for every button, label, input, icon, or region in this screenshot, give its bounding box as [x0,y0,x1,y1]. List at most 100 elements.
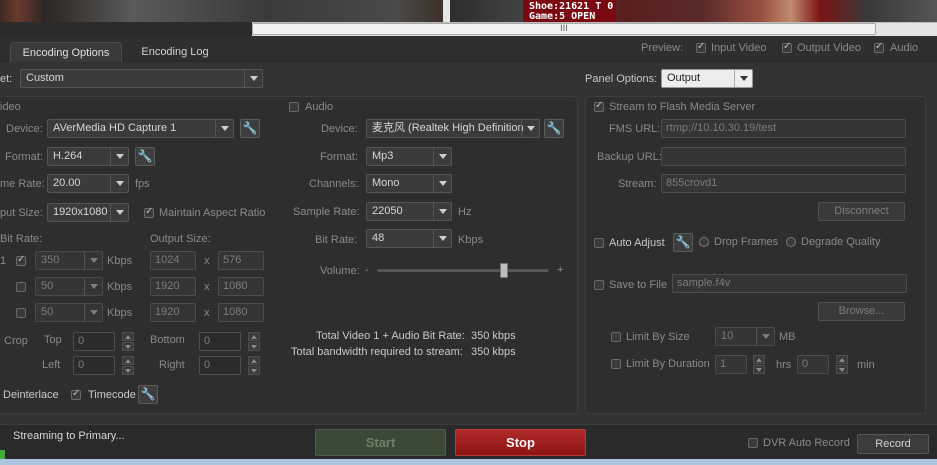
frame-rate-value: 20.00 [53,177,81,189]
input-video-label: Input Video [711,42,767,54]
preview-label: Preview: [641,42,684,54]
output-height-1[interactable]: 576 [218,251,264,270]
limit-by-duration-checkbox[interactable] [611,359,621,369]
fms-url-input[interactable]: rtmp://10.10.30.19/test [661,119,906,138]
stream-to-fms-checkbox[interactable] [594,100,604,112]
bitrate-row-3-unit: Kbps [107,307,133,319]
bitrate-row-2-unit: Kbps [107,281,133,293]
duration-minutes-input[interactable]: 0 [797,355,829,374]
sample-rate-dropdown[interactable]: 22050 [366,202,452,221]
crop-top-label: Top [44,334,62,346]
frame-rate-label: me Rate: [0,178,45,190]
duration-hours-input[interactable]: 1 [715,355,747,374]
bitrate-row-3-dropdown[interactable]: 50 [35,303,103,322]
output-height-3[interactable]: 1080 [218,303,264,322]
chevron-down-icon [84,278,102,295]
bitrate-row-1-index: 1 [0,255,7,267]
crop-left-input[interactable]: 0 [73,356,115,375]
audio-device-settings-button[interactable]: 🔧 [544,119,564,138]
crop-bottom-input[interactable]: 0 [199,332,241,351]
auto-adjust-checkbox[interactable] [594,238,604,248]
crop-top-stepper[interactable] [122,332,134,351]
fms-url-label: FMS URL: [609,123,661,135]
chevron-down-icon [521,120,539,137]
preset-dropdown[interactable]: Custom [20,69,263,88]
bitrate-row-1-unit: Kbps [107,255,133,267]
audio-format-dropdown[interactable]: Mp3 [366,147,452,166]
output-width-3[interactable]: 1920 [150,303,196,322]
audio-enable-checkbox[interactable] [289,102,299,112]
record-button[interactable]: Record [857,434,929,454]
limit-size-value: 10 [721,330,734,342]
tab-encoding-log[interactable]: Encoding Log [130,42,220,62]
bitrate-row-1-dropdown[interactable]: 350 [35,251,103,270]
duration-hours-stepper[interactable] [753,355,765,374]
crop-right-input[interactable]: 0 [199,356,241,375]
audio-device-value: 麦克风 (Realtek High Definition [372,122,524,134]
output-height-2[interactable]: 1080 [218,277,264,296]
auto-adjust-settings-button[interactable]: 🔧 [673,233,693,252]
browse-button[interactable]: Browse... [818,302,905,321]
bitrate-row-1-value: 350 [41,254,60,266]
crop-top-input[interactable]: 0 [73,332,115,351]
audio-device-dropdown[interactable]: 麦克风 (Realtek High Definition [366,119,540,138]
bitrate-row-3-checkbox[interactable] [16,308,26,318]
bitrate-row-1-checkbox[interactable] [16,254,26,266]
auto-adjust-label: Auto Adjust [609,237,665,249]
bitrate-row-2-checkbox[interactable] [16,282,26,292]
chevron-down-icon [756,328,774,345]
volume-slider-track[interactable] [377,269,549,272]
timecode-checkbox[interactable] [71,388,81,400]
panel-options-dropdown[interactable]: Output [661,69,753,88]
sample-rate-value: 22050 [372,205,403,217]
video-format-settings-button[interactable]: 🔧 [135,147,155,166]
crop-left-stepper[interactable] [122,356,134,375]
start-button[interactable]: Start [315,429,446,456]
score-overlay: Shoe:21621 T 0 Game:5 OPEN [523,0,616,22]
tab-encoding-options[interactable]: Encoding Options [10,42,122,62]
volume-slider-handle[interactable] [500,263,509,278]
video-format-label: Format: [5,151,43,163]
preview-divider [443,0,450,22]
degrade-quality-radio[interactable] [786,237,796,247]
duration-minutes-stepper[interactable] [836,355,848,374]
score-line-2: Game:5 OPEN [529,11,596,22]
stream-name-input[interactable]: 855crovd1 [661,174,906,193]
video-device-dropdown[interactable]: AVerMedia HD Capture 1 [47,119,234,138]
chevron-down-icon [110,148,128,165]
audio-bitrate-dropdown[interactable]: 48 [366,229,452,248]
chevron-down-icon [433,230,451,247]
frame-rate-dropdown[interactable]: 20.00 [47,174,129,193]
bitrate-row-2-dropdown[interactable]: 50 [35,277,103,296]
crop-bottom-stepper[interactable] [248,332,260,351]
size-separator-1: x [204,255,210,267]
crop-right-stepper[interactable] [248,356,260,375]
limit-by-size-checkbox[interactable] [611,332,621,342]
input-video-checkbox[interactable] [696,41,706,53]
output-width-1[interactable]: 1024 [150,251,196,270]
video-format-dropdown[interactable]: H.264 [47,147,129,166]
file-path-input[interactable]: sample.f4v [672,274,907,293]
maintain-aspect-checkbox[interactable] [144,206,154,218]
disconnect-button[interactable]: Disconnect [818,202,905,221]
stop-button[interactable]: Stop [455,429,586,456]
dvr-auto-record-checkbox[interactable] [748,438,758,448]
video-device-settings-button[interactable]: 🔧 [240,119,260,138]
channels-dropdown[interactable]: Mono [366,174,452,193]
save-to-file-checkbox[interactable] [594,280,604,290]
degrade-quality-label: Degrade Quality [801,236,881,248]
status-indicator [0,450,5,459]
chevron-down-icon [110,204,128,221]
drop-frames-radio[interactable] [699,237,709,247]
timecode-label: Timecode [88,389,136,401]
volume-label: Volume: [320,265,360,277]
audio-section-label: Audio [305,101,334,113]
input-size-dropdown[interactable]: 1920x1080 [47,203,129,222]
output-video-checkbox[interactable] [782,41,792,53]
audio-preview-checkbox[interactable] [874,41,884,53]
backup-url-input[interactable] [661,147,906,166]
timecode-settings-button[interactable]: 🔧 [138,385,158,404]
output-width-2[interactable]: 1920 [150,277,196,296]
limit-size-dropdown[interactable]: 10 [715,327,775,346]
sample-rate-unit: Hz [458,206,472,218]
